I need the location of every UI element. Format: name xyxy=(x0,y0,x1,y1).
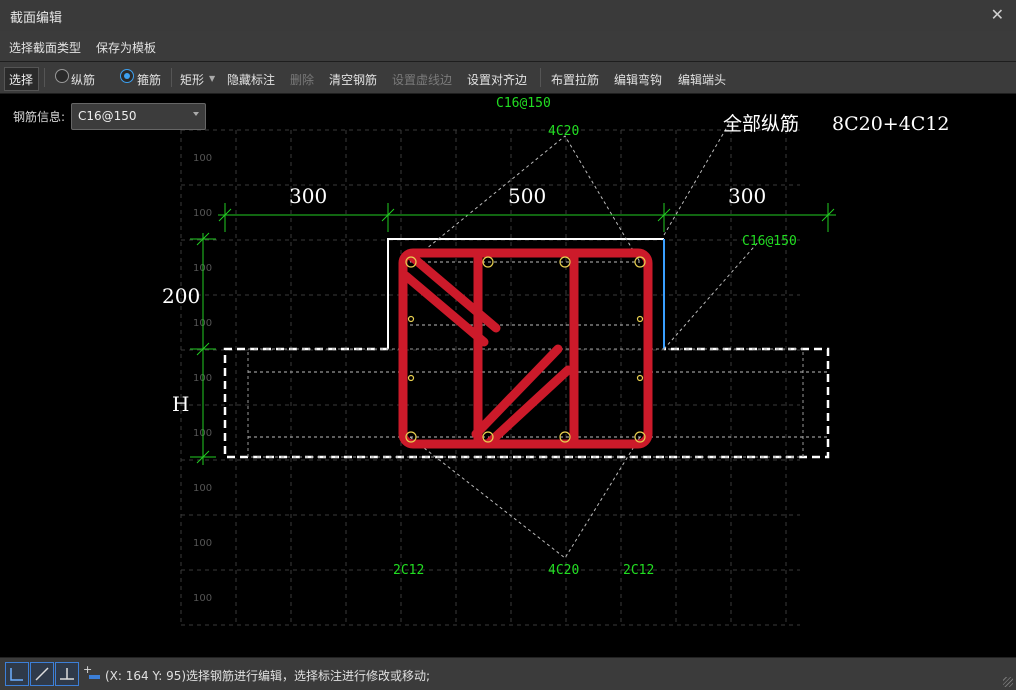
grid-label: 100 xyxy=(193,538,212,549)
longitudinal-radio-label[interactable]: 纵筋 xyxy=(71,71,95,88)
shape-dropdown[interactable]: 矩形 xyxy=(180,71,204,88)
leader-lines xyxy=(409,121,761,559)
bottom-right-annotation: 2C12 xyxy=(623,563,654,578)
stirrup-annotation-top: C16@150 xyxy=(496,96,551,111)
menu-select-section-type[interactable]: 选择截面类型 xyxy=(9,39,81,56)
stirrup-annotation-right: C16@150 xyxy=(742,234,797,249)
edit-end-button[interactable]: 编辑端头 xyxy=(678,71,726,88)
section-drawing[interactable]: 100 100 100 100 100 100 100 100 100 xyxy=(0,94,1016,657)
divider xyxy=(171,68,172,87)
top-bars-annotation: 4C20 xyxy=(548,124,579,139)
status-message: (X: 164 Y: 95)选择钢筋进行编辑，选择标注进行修改或移动; xyxy=(105,669,431,683)
divider xyxy=(44,68,45,87)
grid-label: 100 xyxy=(193,208,212,219)
dim-500: 500 xyxy=(508,184,546,208)
stirrup-radio[interactable] xyxy=(120,69,134,83)
line-icon[interactable] xyxy=(30,662,54,686)
chevron-down-icon xyxy=(193,112,199,116)
stirrup-radio-label[interactable]: 箍筋 xyxy=(137,71,161,88)
section-outline[interactable] xyxy=(223,238,830,459)
dim-300-right: 300 xyxy=(728,184,766,208)
rebar-info-select[interactable]: C16@150 xyxy=(71,103,206,130)
all-longitudinal-annotation[interactable]: 全部纵筋 8C20+4C12 xyxy=(723,113,950,135)
bottom-mid-annotation: 4C20 xyxy=(548,563,579,578)
rebar-info-label: 钢筋信息: xyxy=(13,110,66,124)
select-button[interactable]: 选择 xyxy=(4,67,39,91)
hide-annotation-button[interactable]: 隐藏标注 xyxy=(227,71,275,88)
place-tie-button[interactable]: 布置拉筋 xyxy=(551,71,599,88)
set-align-edge-button[interactable]: 设置对齐边 xyxy=(467,71,527,88)
bottom-left-annotation: 2C12 xyxy=(393,563,424,578)
grid-label: 100 xyxy=(193,153,212,164)
set-dashed-edge-button[interactable]: 设置虚线边 xyxy=(392,71,452,88)
window-title: 截面编辑 xyxy=(10,11,63,26)
grid xyxy=(180,129,800,626)
chevron-down-icon[interactable]: ▼ xyxy=(209,74,215,83)
clear-rebar-button[interactable]: 清空钢筋 xyxy=(329,71,377,88)
edit-hook-button[interactable]: 编辑弯钩 xyxy=(614,71,662,88)
grid-label: 100 xyxy=(193,483,212,494)
perpendicular-icon[interactable] xyxy=(55,662,79,686)
status-bar: + (X: 164 Y: 95)选择钢筋进行编辑，选择标注进行修改或移动; xyxy=(0,657,1016,690)
close-icon[interactable]: ✕ xyxy=(991,5,1004,24)
menu-bar: 选择截面类型 保存为模板 xyxy=(0,31,1016,62)
divider xyxy=(540,68,541,87)
all-long-label: 全部纵筋 xyxy=(723,113,799,135)
rebar-annotations[interactable]: C16@150 4C20 C16@150 2C12 4C20 2C12 xyxy=(393,96,797,578)
drawing-canvas[interactable]: 100 100 100 100 100 100 100 100 100 xyxy=(0,94,1016,657)
ortho-snap-icon[interactable] xyxy=(5,662,29,686)
longitudinal-radio[interactable] xyxy=(55,69,69,83)
title-bar: 截面编辑 ✕ xyxy=(0,0,1016,32)
resize-grip-icon[interactable] xyxy=(1003,677,1013,687)
grid-label: 100 xyxy=(193,593,212,604)
svg-text:+: + xyxy=(83,663,92,676)
toolbar: 选择 纵筋 箍筋 矩形 ▼ 隐藏标注 删除 清空钢筋 设置虚线边 设置对齐边 布… xyxy=(0,62,1016,94)
dim-200: 200 xyxy=(162,284,200,308)
all-long-value: 8C20+4C12 xyxy=(832,113,950,135)
dim-300-left: 300 xyxy=(289,184,327,208)
add-dimension-icon[interactable]: + xyxy=(81,662,103,684)
dim-h: H xyxy=(172,392,189,416)
menu-save-template[interactable]: 保存为模板 xyxy=(96,39,156,56)
delete-button[interactable]: 删除 xyxy=(290,71,314,88)
